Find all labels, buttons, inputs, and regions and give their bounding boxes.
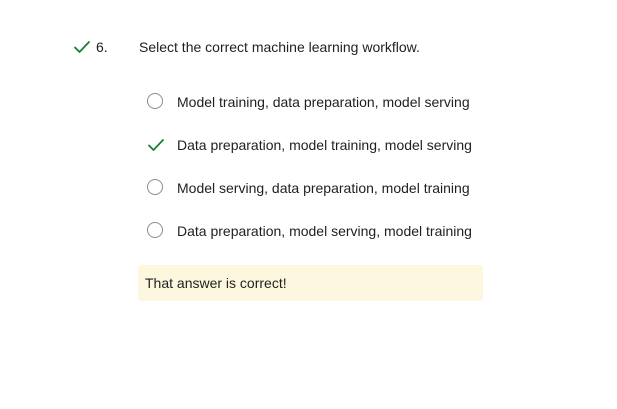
option-1[interactable]: Model training, data preparation, model …	[146, 90, 566, 133]
feedback-box: That answer is correct!	[138, 265, 483, 301]
option-label[interactable]: Data preparation, model training, model …	[177, 136, 472, 154]
option-2[interactable]: Data preparation, model training, model …	[146, 133, 566, 176]
option-label[interactable]: Model serving, data preparation, model t…	[177, 179, 470, 197]
answer-options: Model training, data preparation, model …	[146, 90, 566, 262]
option-label[interactable]: Model training, data preparation, model …	[177, 93, 470, 111]
option-3[interactable]: Model serving, data preparation, model t…	[146, 176, 566, 219]
option-4[interactable]: Data preparation, model serving, model t…	[146, 219, 566, 262]
radio-button[interactable]	[147, 179, 163, 195]
option-label[interactable]: Data preparation, model serving, model t…	[177, 222, 472, 240]
question-text: Select the correct machine learning work…	[139, 39, 420, 55]
radio-button[interactable]	[147, 222, 163, 238]
radio-button[interactable]	[147, 93, 163, 109]
correct-check-icon	[72, 38, 92, 56]
question-header: 6. Select the correct machine learning w…	[72, 36, 612, 58]
feedback-text: That answer is correct!	[145, 275, 287, 291]
question-number: 6.	[96, 39, 108, 55]
selected-correct-check-icon[interactable]	[146, 136, 166, 154]
